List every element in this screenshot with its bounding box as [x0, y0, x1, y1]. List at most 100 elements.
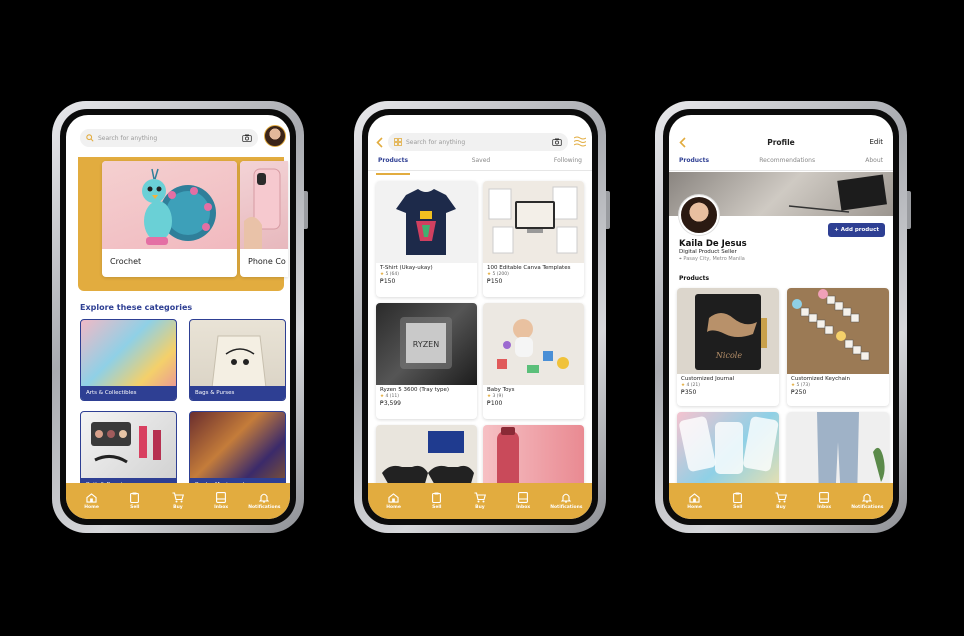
search-placeholder: Search for anything	[406, 138, 466, 146]
profile-tabs: Products Recommendations About	[669, 157, 893, 175]
product-price: ₱3,599	[380, 400, 401, 407]
product-price: ₱350	[681, 389, 697, 396]
tab-saved[interactable]: Saved	[472, 157, 491, 170]
banner-card-label: Crochet	[110, 257, 142, 266]
filter-icon[interactable]	[574, 136, 586, 147]
camera-icon[interactable]	[552, 138, 562, 146]
tote-bag-image	[211, 335, 267, 389]
product-card[interactable]: Customized Keychain ★ 5 (73) ₱250	[787, 288, 889, 406]
category-label: Arts & Collectibles	[81, 386, 176, 400]
nav-sell[interactable]: Sell	[718, 492, 758, 510]
home-icon	[689, 492, 700, 503]
product-card[interactable]: 100 Editable Canva Templates ★ 5 (200) ₱…	[483, 181, 584, 297]
nav-label: Home	[386, 504, 401, 510]
makeup-image	[91, 422, 161, 464]
star-icon: ★	[380, 394, 385, 399]
star-icon: ★	[681, 383, 686, 388]
nav-inbox[interactable]: Inbox	[503, 492, 543, 510]
nav-label: Buy	[776, 505, 786, 510]
nav-home[interactable]: Home	[72, 492, 112, 510]
nav-inbox[interactable]: Inbox	[201, 492, 241, 510]
cart-icon	[474, 492, 486, 503]
nav-home[interactable]: Home	[374, 492, 414, 510]
keychain-image	[787, 288, 889, 374]
category-books-music[interactable]: Books, Music, and ...	[189, 411, 286, 493]
banner-card-label: Phone Co	[248, 257, 286, 266]
products-section-title: Products	[679, 275, 710, 282]
category-arts[interactable]: Arts & Collectibles	[80, 319, 177, 401]
baby-toys-image	[483, 303, 584, 385]
star-icon: ★	[791, 383, 796, 388]
phone-home: Search for anything Crochet Phone Co Exp…	[52, 101, 308, 533]
edit-button[interactable]: Edit	[869, 138, 883, 146]
header-title: Profile	[767, 138, 795, 147]
bell-icon	[862, 493, 873, 503]
inbox-icon	[216, 492, 227, 503]
product-price: ₱250	[791, 389, 807, 396]
banner-card-phone-cases[interactable]: Phone Co	[240, 161, 288, 277]
nav-buy[interactable]: Buy	[761, 492, 801, 510]
product-title: 100 Editable Canva Templates	[487, 265, 571, 271]
nav-label: Sell	[130, 505, 140, 510]
nav-label: Notifications	[550, 505, 583, 510]
banner-card-crochet[interactable]: Crochet	[102, 161, 237, 277]
tab-products[interactable]: Products	[375, 157, 411, 175]
nav-buy[interactable]: Buy	[158, 492, 198, 510]
camera-icon[interactable]	[242, 134, 252, 142]
phone-shop: Search for anything Products Saved Follo…	[354, 101, 610, 533]
location-pin-icon: ⌖	[679, 256, 682, 262]
category-bags[interactable]: Bags & Purses	[189, 319, 286, 401]
category-bath-beauty[interactable]: Bath & Beauty	[80, 411, 177, 493]
add-product-button[interactable]: + Add product	[828, 223, 885, 237]
star-icon: ★	[487, 394, 492, 399]
svg-text:Nicole: Nicole	[715, 351, 742, 360]
product-card[interactable]: RYZEN Ryzen 5 3600 (Tray type) ★ 4 (11) …	[376, 303, 477, 419]
clipboard-icon	[432, 492, 442, 503]
product-price: ₱100	[487, 400, 503, 407]
stage: Search for anything Crochet Phone Co Exp…	[0, 0, 964, 636]
inbox-icon	[518, 492, 529, 503]
bottom-nav: Home Sell Buy Inbox Notifications	[66, 483, 290, 519]
nav-inbox[interactable]: Inbox	[804, 492, 844, 510]
inbox-icon	[819, 492, 830, 503]
home-icon	[86, 492, 97, 503]
back-chevron-icon[interactable]	[376, 137, 383, 148]
search-bar[interactable]: Search for anything	[80, 129, 258, 147]
nav-sell[interactable]: Sell	[417, 492, 457, 510]
journal-image: Nicole	[677, 288, 779, 374]
section-title: Explore these categories	[80, 303, 193, 312]
tab-about[interactable]: About	[865, 157, 883, 170]
product-title: T-Shirt (Ukay-ukay)	[380, 265, 433, 271]
nav-notifications[interactable]: Notifications	[546, 492, 586, 510]
search-placeholder: Search for anything	[98, 134, 158, 142]
cart-icon	[775, 492, 787, 503]
product-card[interactable]: T-Shirt (Ukay-ukay) ★ 5 (64) ₱150	[376, 181, 477, 297]
tab-recommendations[interactable]: Recommendations	[759, 157, 815, 170]
nav-sell[interactable]: Sell	[115, 492, 155, 510]
product-price: ₱150	[487, 278, 503, 285]
nav-notifications[interactable]: Notifications	[244, 492, 284, 510]
search-bar[interactable]: Search for anything	[388, 133, 568, 151]
nav-label: Inbox	[516, 505, 531, 510]
nav-notifications[interactable]: Notifications	[847, 492, 887, 510]
profile-screen: Profile Edit Products Recommendations Ab…	[669, 115, 893, 519]
shop-tabs: Products Saved Following	[368, 157, 592, 175]
tab-following[interactable]: Following	[554, 157, 582, 170]
tab-products[interactable]: Products	[676, 157, 712, 175]
avatar[interactable]	[264, 125, 286, 147]
product-card[interactable]: Baby Toys ★ 3 (9) ₱100	[483, 303, 584, 419]
profile-role: Digital Product Seller	[679, 249, 737, 255]
profile-name: Kaila De Jesus	[679, 239, 747, 249]
home-icon	[388, 492, 399, 503]
bell-icon	[259, 493, 270, 503]
phone-profile: Profile Edit Products Recommendations Ab…	[655, 101, 911, 533]
featured-banner: Crochet Phone Co	[78, 157, 288, 291]
bottom-nav: Home Sell Buy Inbox Notifications	[368, 483, 592, 519]
search-icon	[86, 134, 94, 142]
product-title: Customized Keychain	[791, 376, 850, 382]
product-card[interactable]: Nicole Customized Journal ★ 4 (21) ₱350	[677, 288, 779, 406]
category-label: Bags & Purses	[190, 386, 285, 400]
nav-home[interactable]: Home	[675, 492, 715, 510]
product-title: Baby Toys	[487, 387, 515, 393]
nav-buy[interactable]: Buy	[460, 492, 500, 510]
